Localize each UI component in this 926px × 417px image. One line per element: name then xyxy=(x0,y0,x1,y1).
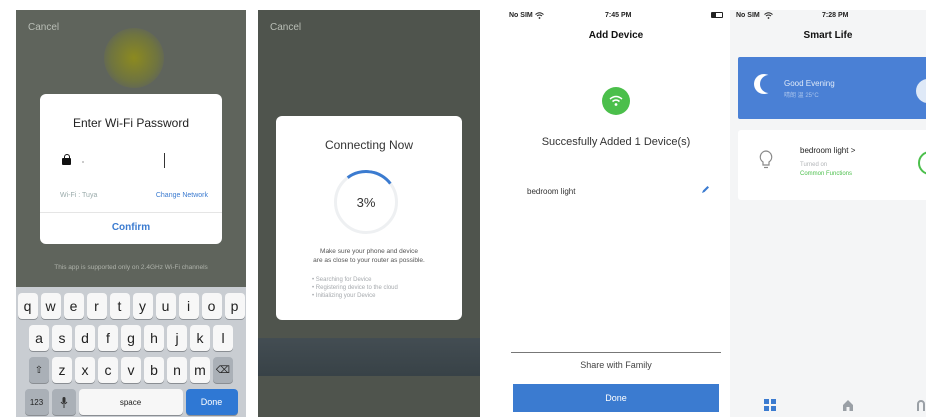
tab-bar xyxy=(730,395,926,417)
microphone-icon xyxy=(60,396,67,408)
divider xyxy=(40,212,222,213)
greeting-banner: Good Evening 晴朗 温 25°C xyxy=(738,57,926,119)
key-l[interactable]: l xyxy=(213,325,233,351)
key-q[interactable]: q xyxy=(17,293,38,319)
key-a[interactable]: a xyxy=(29,325,49,351)
page-title: Add Device xyxy=(588,30,644,41)
add-device-screen: No SIM 7:45 PM Add Device Succesfully Ad… xyxy=(505,10,727,417)
backspace-key[interactable]: ⌫ xyxy=(213,357,233,383)
on-screen-keyboard: qwertyuiop asdfghjkl ⇧ zxcvbnm ⌫ 123 spa… xyxy=(16,287,246,417)
wifi-status-icon xyxy=(764,12,773,19)
success-badge xyxy=(602,87,630,115)
greeting-text: Good Evening xyxy=(784,79,835,88)
key-z[interactable]: z xyxy=(52,357,72,383)
numbers-key[interactable]: 123 xyxy=(24,389,49,415)
profile-icon[interactable] xyxy=(916,399,926,411)
device-state: Turned on xyxy=(800,162,828,168)
device-name: bedroom light xyxy=(527,187,576,196)
cancel-link[interactable]: Cancel xyxy=(270,22,301,33)
keyboard-row-3-letters: zxcvbnm xyxy=(52,357,210,383)
confirm-button[interactable]: Confirm xyxy=(40,222,222,233)
dialog-title: Connecting Now xyxy=(324,138,414,152)
step-item: • Searching for Device xyxy=(312,277,372,283)
step-item: • Registering device to the cloud xyxy=(312,285,398,291)
home-grid-icon[interactable] xyxy=(764,399,776,411)
key-v[interactable]: v xyxy=(121,357,141,383)
key-t[interactable]: t xyxy=(109,293,130,319)
key-h[interactable]: h xyxy=(144,325,164,351)
wifi-band-note: This app is supported only on 2.4GHz Wi-… xyxy=(54,264,208,271)
key-w[interactable]: w xyxy=(40,293,61,319)
connection-steps: • Searching for Device • Registering dev… xyxy=(312,276,398,300)
key-r[interactable]: r xyxy=(86,293,107,319)
clock: 7:45 PM xyxy=(605,12,632,19)
key-i[interactable]: i xyxy=(178,293,199,319)
smart-life-home-screen: No SIM 7:28 PM Smart Life Good Evening 晴… xyxy=(730,10,926,417)
key-p[interactable]: p xyxy=(224,293,245,319)
key-f[interactable]: f xyxy=(98,325,118,351)
carrier-status: No SIM xyxy=(736,12,760,19)
connecting-dialog: Connecting Now 3% Make sure your phone a… xyxy=(276,116,462,320)
app-title: Smart Life xyxy=(803,30,853,41)
shift-key[interactable]: ⇧ xyxy=(29,357,49,383)
wifi-password-screen: Cancel Enter Wi-Fi Password Wi-Fi : Tuya… xyxy=(16,10,246,417)
key-y[interactable]: y xyxy=(132,293,153,319)
wifi-network-label: Wi-Fi : Tuya xyxy=(60,192,98,199)
key-d[interactable]: d xyxy=(75,325,95,351)
wifi-status-icon xyxy=(535,12,544,19)
wifi-icon xyxy=(609,95,623,106)
lock-icon xyxy=(62,154,72,165)
progress-percent: 3% xyxy=(356,194,376,210)
connecting-screen: Cancel Connecting Now 3% Make sure your … xyxy=(258,10,480,417)
success-message: Succesfully Added 1 Device(s) xyxy=(541,136,691,148)
power-toggle[interactable] xyxy=(918,151,926,175)
key-u[interactable]: u xyxy=(155,293,176,319)
light-bulb-icon xyxy=(759,150,773,169)
keyboard-row-2: asdfghjkl xyxy=(16,325,246,351)
keyboard-row-3: ⇧ zxcvbnm ⌫ xyxy=(16,357,246,383)
key-j[interactable]: j xyxy=(167,325,187,351)
key-x[interactable]: x xyxy=(75,357,95,383)
cancel-link[interactable]: Cancel xyxy=(28,22,59,33)
common-functions-link[interactable]: Common Functions xyxy=(800,171,852,177)
password-input[interactable] xyxy=(164,153,165,168)
device-name: bedroom light > xyxy=(800,146,856,155)
dialog-title: Enter Wi-Fi Password xyxy=(72,116,190,130)
divider xyxy=(511,352,721,353)
space-key[interactable]: space xyxy=(78,389,183,415)
key-m[interactable]: m xyxy=(190,357,210,383)
home-icon[interactable] xyxy=(842,399,854,411)
microphone-key[interactable] xyxy=(51,389,76,415)
key-e[interactable]: e xyxy=(63,293,84,319)
key-n[interactable]: n xyxy=(167,357,187,383)
key-b[interactable]: b xyxy=(144,357,164,383)
blurred-keyboard-band xyxy=(258,338,480,376)
device-card[interactable]: bedroom light > Turned on Common Functio… xyxy=(738,130,926,200)
proximity-message: Make sure your phone and device are as c… xyxy=(313,248,425,264)
key-o[interactable]: o xyxy=(201,293,222,319)
moon-icon xyxy=(760,75,778,93)
done-button[interactable]: Done xyxy=(513,384,719,412)
edit-pencil-icon[interactable] xyxy=(701,185,710,194)
share-with-family-button[interactable]: Share with Family xyxy=(511,360,721,370)
key-g[interactable]: g xyxy=(121,325,141,351)
password-input-dot xyxy=(82,161,84,163)
wifi-password-dialog: Enter Wi-Fi Password Wi-Fi : Tuya Change… xyxy=(40,94,222,244)
weather-text: 晴朗 温 25°C xyxy=(784,93,819,99)
key-s[interactable]: s xyxy=(52,325,72,351)
change-network-link[interactable]: Change Network xyxy=(156,192,208,199)
key-c[interactable]: c xyxy=(98,357,118,383)
keyboard-done-key[interactable]: Done xyxy=(185,389,238,415)
step-item: • Initializing your Device xyxy=(312,293,376,299)
weather-badge xyxy=(916,79,926,103)
keyboard-row-1: qwertyuiop xyxy=(16,293,246,319)
clock: 7:28 PM xyxy=(822,12,849,19)
key-k[interactable]: k xyxy=(190,325,210,351)
blurred-wallpaper-spot xyxy=(104,28,164,88)
battery-icon xyxy=(711,12,723,18)
carrier-status: No SIM xyxy=(509,12,533,19)
keyboard-row-4: 123 space Done xyxy=(16,389,246,415)
